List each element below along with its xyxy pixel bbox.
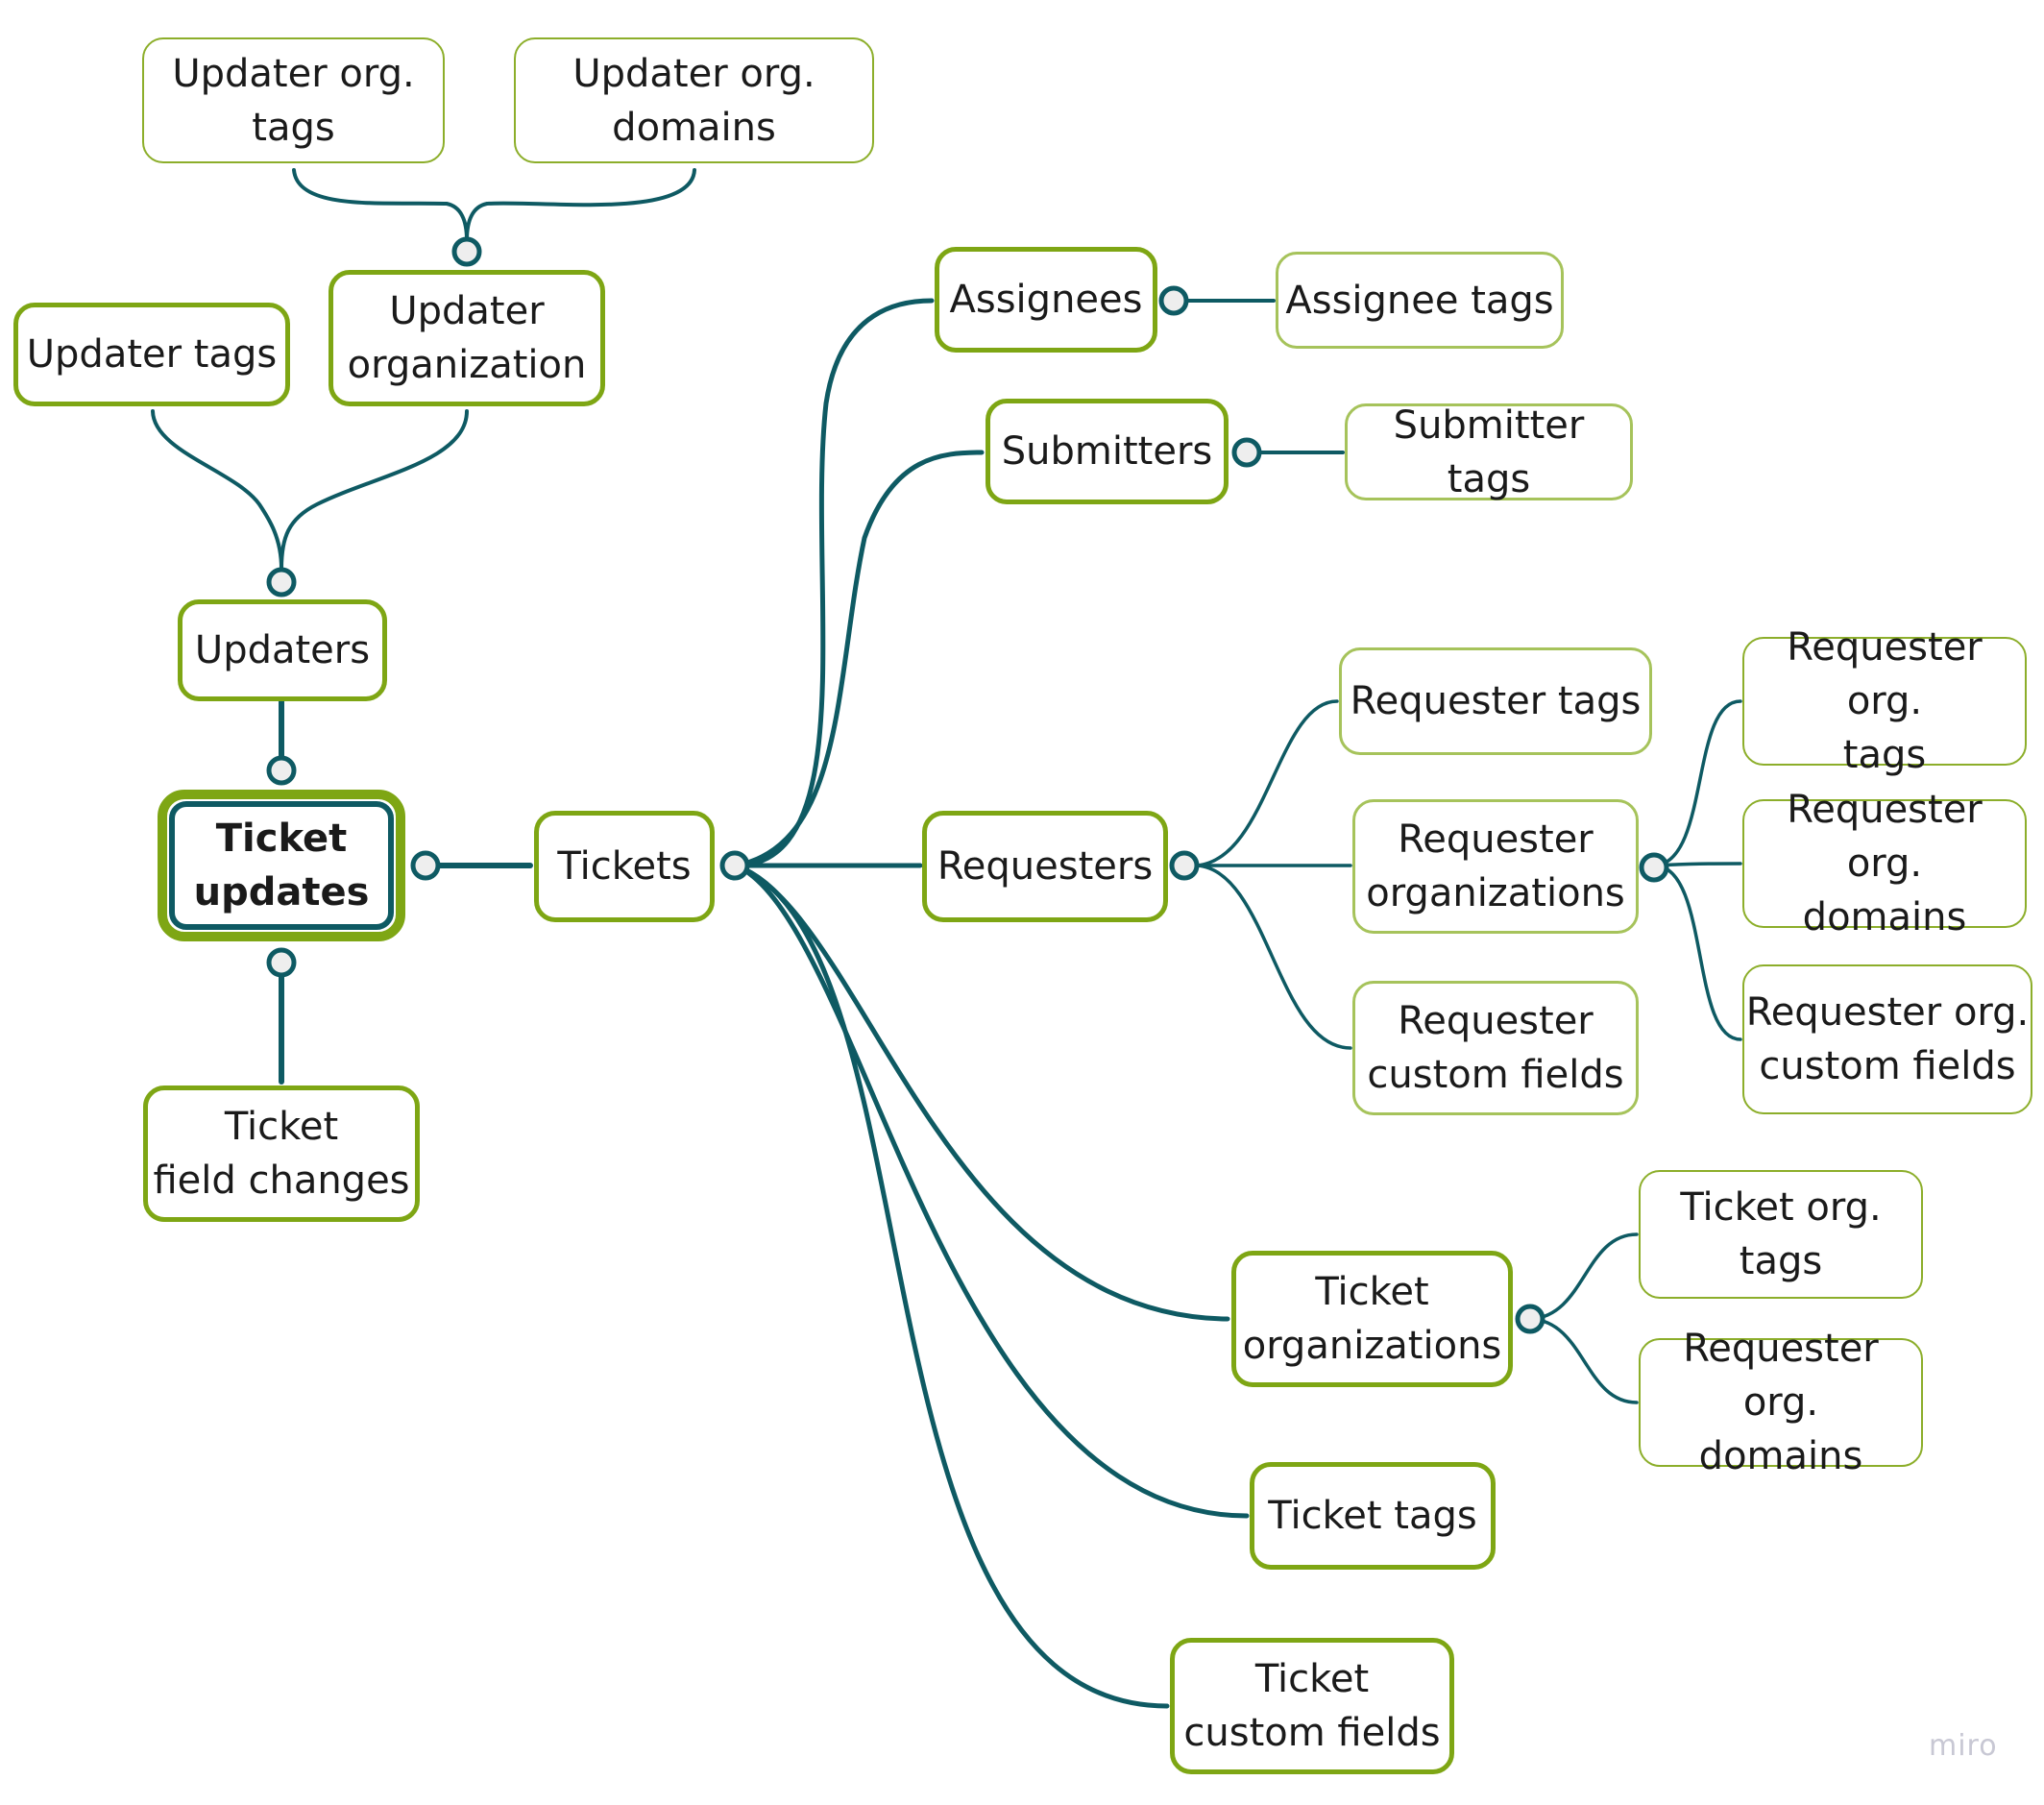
connector-updater-org-domains: [465, 168, 696, 242]
node-ticket-org-requester-org-domains[interactable]: Requester org. domains: [1639, 1327, 1923, 1478]
node-updater-tags[interactable]: Updater tags: [13, 303, 290, 406]
node-label: Requester organizations: [1366, 817, 1625, 915]
node-requester-tags[interactable]: Requester tags: [1339, 647, 1652, 755]
node-updater-org-tags[interactable]: Updater org. tags: [142, 37, 445, 163]
node-ticket-tags[interactable]: Ticket tags: [1250, 1462, 1496, 1570]
node-assignee-tags[interactable]: Assignee tags: [1276, 252, 1564, 349]
node-requesters[interactable]: Requesters: [922, 811, 1168, 922]
node-label: Assignees: [949, 278, 1143, 322]
node-label: Assignee tags: [1285, 278, 1554, 323]
connector-tickets-ticket-organizations: [733, 863, 1230, 1322]
node-requester-organizations[interactable]: Requester organizations: [1352, 799, 1639, 934]
collapse-knob-requesters[interactable]: [1169, 850, 1200, 881]
node-label: Submitter tags: [1393, 402, 1585, 501]
node-label: Requester custom fields: [1367, 999, 1624, 1097]
connector-updater-org-tags: [292, 168, 469, 242]
collapse-knob-requester-organizations[interactable]: [1639, 852, 1669, 883]
collapse-knob-root-top[interactable]: [266, 755, 297, 786]
connector-ticket-org-requester-domains: [1529, 1317, 1639, 1404]
node-label: Updater org. domains: [572, 51, 815, 150]
node-requester-org-custom-fields[interactable]: Requester org. custom fields: [1742, 964, 2032, 1114]
node-updater-org-domains[interactable]: Updater org. domains: [514, 37, 874, 163]
connector-req-org-tags: [1654, 699, 1742, 867]
node-ticket-org-tags[interactable]: Ticket org. tags: [1639, 1170, 1923, 1299]
node-label: Tickets: [557, 844, 692, 889]
node-ticket-custom-fields[interactable]: Ticket custom fields: [1170, 1638, 1454, 1774]
node-updater-organization[interactable]: Updater organization: [328, 270, 605, 406]
node-ticket-field-changes[interactable]: Ticket field changes: [143, 1085, 420, 1222]
node-label: Updaters: [194, 628, 371, 672]
collapse-knob-submitters[interactable]: [1231, 437, 1262, 468]
node-label: Requester org. domains: [1683, 1327, 1879, 1478]
connector-ticket-org-tags: [1529, 1232, 1639, 1321]
collapse-knob-updaters[interactable]: [266, 567, 297, 598]
node-submitters[interactable]: Submitters: [986, 399, 1229, 504]
collapse-knob-root-bottom[interactable]: [266, 947, 297, 978]
node-tickets[interactable]: Tickets: [534, 811, 715, 922]
miro-watermark-logo: miro: [1929, 1729, 1998, 1763]
connector-tickets-submitters: [733, 450, 985, 868]
node-label: Submitters: [1001, 429, 1213, 474]
node-label: Requester org. custom fields: [1745, 990, 2030, 1088]
node-label: Ticket field changes: [153, 1105, 410, 1203]
node-label: Updater tags: [26, 332, 278, 377]
node-submitter-tags[interactable]: Submitter tags: [1345, 403, 1633, 501]
collapse-knob-tickets[interactable]: [719, 850, 750, 881]
node-label: Requester tags: [1350, 679, 1642, 723]
node-label: Ticket custom fields: [1183, 1657, 1441, 1755]
collapse-knob-assignees[interactable]: [1158, 285, 1189, 316]
collapse-knob-ticket-organizations[interactable]: [1515, 1304, 1545, 1334]
node-label: Requester org. domains: [1787, 788, 1983, 939]
mind-map-canvas: Ticket updates Updaters Updater tags Upd…: [0, 0, 2044, 1805]
connector-updaters-updater-organization: [280, 409, 469, 571]
node-label: Ticket organizations: [1242, 1270, 1502, 1368]
node-requester-org-domains[interactable]: Requester org. domains: [1742, 788, 2027, 939]
node-requester-org-tags[interactable]: Requester org. tags: [1742, 625, 2027, 777]
node-label: Ticket org. tags: [1680, 1185, 1882, 1283]
node-ticket-organizations[interactable]: Ticket organizations: [1231, 1251, 1513, 1387]
collapse-knob-root-right[interactable]: [410, 850, 441, 881]
node-label: Updater organization: [347, 289, 587, 387]
connector-req-org-custom-fields: [1654, 864, 1742, 1041]
connector-tickets-assignees: [733, 298, 935, 868]
node-label: Updater org. tags: [172, 51, 415, 150]
node-label: Requesters: [937, 844, 1154, 889]
node-label: Ticket tags: [1268, 1494, 1477, 1538]
node-label: Requester org. tags: [1787, 625, 1983, 777]
connector-tickets-ticket-tags: [733, 863, 1250, 1519]
node-ticket-updates[interactable]: Ticket updates: [158, 790, 405, 941]
connector-requesters-tags: [1195, 699, 1339, 867]
node-label: Ticket updates: [193, 817, 370, 915]
collapse-knob-updater-organization[interactable]: [451, 236, 482, 267]
node-assignees[interactable]: Assignees: [935, 247, 1157, 353]
node-requester-custom-fields[interactable]: Requester custom fields: [1352, 981, 1639, 1115]
connector-updaters-updater-tags: [151, 409, 283, 571]
node-updaters[interactable]: Updaters: [178, 599, 387, 701]
connector-requesters-custom-fields: [1195, 864, 1352, 1050]
